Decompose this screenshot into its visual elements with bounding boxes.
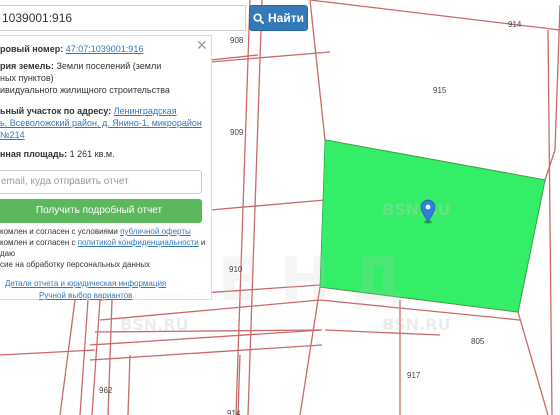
svg-text:BSN.RU: BSN.RU [382, 315, 451, 334]
land-category-line-3: ивидуального жилищного строительства [0, 85, 170, 95]
search-input[interactable]: 1039001:916 [0, 5, 246, 31]
plot-number: 917 [407, 371, 421, 380]
cadastral-number-link[interactable]: 47:07:1039001:916 [66, 44, 144, 54]
public-offer-link[interactable]: публичной оферты [120, 227, 191, 236]
plot-number: 914 [227, 409, 241, 415]
plot-number: 962 [99, 386, 113, 395]
land-category-row: рия земель: Земли поселений (земли [0, 61, 162, 71]
report-details-link[interactable]: Детали отчета и юридическая информация [5, 278, 166, 289]
cadastral-number-row: ровый номер: 47:07:1039001:916 [0, 44, 144, 54]
address-link[interactable]: Ленинградская [114, 106, 177, 116]
svg-text:BSN.RU: BSN.RU [382, 200, 451, 219]
land-category-line-2: ных пунктов) [0, 73, 54, 83]
agreement-text: комлен и согласен с условиями публичной … [0, 227, 206, 269]
plot-number: 805 [471, 337, 485, 346]
address-link-line-2[interactable]: ь, Всеволожский район, д. Янино-1, микро… [0, 118, 202, 129]
address-link-line-3[interactable]: №214 [0, 130, 25, 141]
close-icon[interactable]: ✕ [196, 38, 208, 52]
privacy-policy-link[interactable]: политикой конфиденциальности [78, 238, 199, 247]
address-row: ьный участок по адресу: Ленинградская [0, 106, 177, 116]
plot-number: 915 [433, 86, 447, 95]
plot-number: 910 [229, 265, 243, 274]
svg-text:BSN.RU: BSN.RU [120, 315, 189, 334]
search-button[interactable]: Найти [249, 5, 308, 31]
area-row: нная площадь: 1 261 кв.м. [0, 149, 115, 159]
manual-selection-link[interactable]: Ручной выбор вариантов [39, 290, 132, 301]
plot-number: 909 [230, 128, 244, 137]
email-field[interactable]: email, куда отправить отчет [0, 170, 202, 194]
svg-text:Е Н Д: Е Н Д [218, 245, 404, 315]
get-report-button[interactable]: Получить подробный отчет [0, 199, 202, 223]
search-icon [253, 12, 264, 24]
search-button-label: Найти [268, 11, 304, 25]
plot-number: 914 [508, 20, 522, 29]
plot-number: 908 [230, 36, 244, 45]
plot-info-panel: ✕ ровый номер: 47:07:1039001:916 рия зем… [0, 35, 212, 300]
